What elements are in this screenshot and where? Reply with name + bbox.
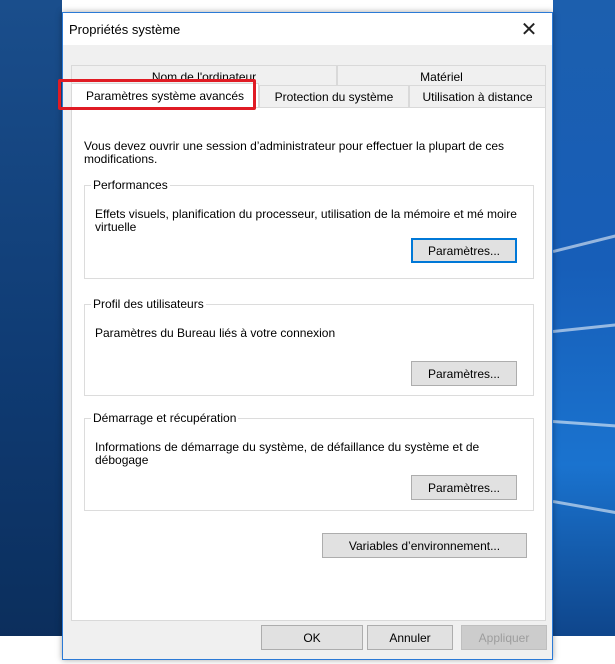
tab-row-front: Paramètres système avancés Protection du… bbox=[71, 83, 546, 107]
tab-label: Nom de l'ordinateur bbox=[151, 69, 257, 84]
profiles-settings-button[interactable]: Paramètres... bbox=[411, 361, 517, 386]
cancel-button[interactable]: Annuler bbox=[367, 625, 453, 650]
dialog-title: Propriétés système bbox=[69, 22, 181, 37]
wallpaper-right bbox=[553, 0, 615, 664]
tab-label: Protection du système bbox=[274, 89, 394, 104]
tab-advanced-settings[interactable]: Paramètres système avancés bbox=[71, 83, 259, 107]
tab-system-protection[interactable]: Protection du système bbox=[259, 85, 409, 107]
button-label: Paramètres... bbox=[427, 480, 501, 495]
user-profiles-group: Profil des utilisateurs Paramètres du Bu… bbox=[84, 297, 534, 396]
button-label: Annuler bbox=[389, 630, 431, 645]
group-description: Paramètres du Bureau liés à votre connex… bbox=[95, 326, 336, 340]
ok-button[interactable]: OK bbox=[261, 625, 363, 650]
environment-variables-button[interactable]: Variables d’environnement... bbox=[322, 533, 527, 558]
button-label: Variables d’environnement... bbox=[348, 538, 501, 553]
close-button[interactable]: ✕ bbox=[506, 13, 552, 45]
admin-notice: Vous devez ouvrir une session d’administ… bbox=[84, 139, 505, 166]
group-description: Effets visuels, planification du process… bbox=[95, 207, 517, 234]
tab-label: Utilisation à distance bbox=[422, 89, 533, 104]
group-description: Informations de démarrage du système, de… bbox=[95, 440, 480, 467]
title-bar[interactable]: Propriétés système ✕ bbox=[63, 13, 552, 45]
close-icon: ✕ bbox=[520, 18, 538, 41]
tab-remote[interactable]: Utilisation à distance bbox=[409, 85, 546, 107]
tab-label: Paramètres système avancés bbox=[85, 88, 245, 103]
system-properties-dialog: Propriétés système ✕ Nom de l'ordinateur… bbox=[62, 12, 553, 660]
button-label: Paramètres... bbox=[427, 366, 501, 381]
apply-button: Appliquer bbox=[461, 625, 547, 650]
group-title: Démarrage et récupération bbox=[91, 411, 239, 425]
startup-recovery-group: Démarrage et récupération Informations d… bbox=[84, 411, 534, 511]
tab-hardware[interactable]: Matériel bbox=[337, 65, 546, 87]
startup-settings-button[interactable]: Paramètres... bbox=[411, 475, 517, 500]
performance-settings-button[interactable]: Paramètres... bbox=[411, 238, 517, 263]
button-label: Paramètres... bbox=[427, 243, 501, 258]
button-label: Appliquer bbox=[478, 630, 530, 645]
group-title: Profil des utilisateurs bbox=[91, 297, 206, 311]
tab-label: Matériel bbox=[420, 69, 463, 84]
performance-group: Performances Effets visuels, planificati… bbox=[84, 178, 534, 279]
button-label: OK bbox=[303, 630, 321, 645]
wallpaper-left bbox=[0, 0, 62, 664]
group-title: Performances bbox=[91, 178, 170, 192]
tab-panel: Vous devez ouvrir une session d’administ… bbox=[71, 107, 546, 621]
